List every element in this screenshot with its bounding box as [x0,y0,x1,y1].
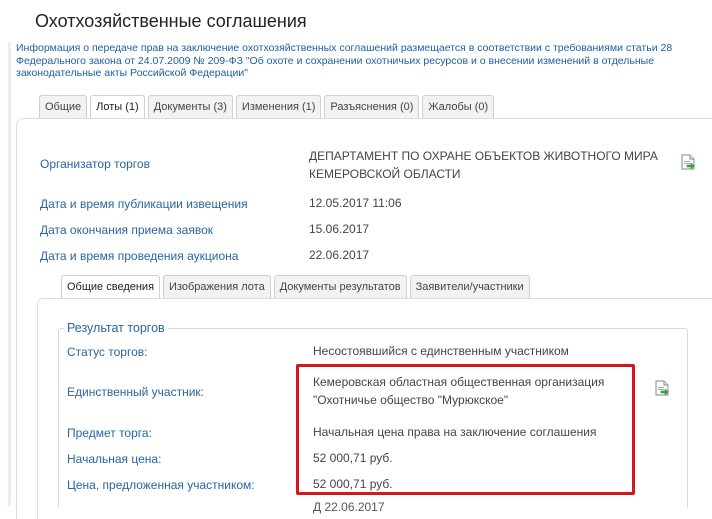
tab-lots[interactable]: Лоты (1) [90,95,145,119]
organizer-value: ДЕПАРТАМЕНТ ПО ОХРАНЕ ОБЪЕКТОВ ЖИВОТНОГО… [309,149,658,181]
status-label: Статус торгов: [67,345,148,359]
participant-label: Единственный участник: [67,385,204,399]
left-border [8,42,11,506]
status-value: Несостоявшийся с единственным участником [313,344,569,358]
page-title: Охотхозяйственные соглашения [35,11,307,31]
tab-general[interactable]: Общие [39,95,88,118]
application-end-value: 15.06.2017 [309,222,370,236]
document-export-icon[interactable] [681,154,695,170]
publication-date-value: 12.05.2017 11:06 [309,196,402,210]
partially-visible-row: Д 22.06.2017 [313,500,385,514]
application-end-label: Дата окончания приема заявок [40,223,213,237]
publication-date-label: Дата и время публикации извещения [40,197,248,211]
tab-changes[interactable]: Изменения (1) [235,95,322,118]
document-export-icon[interactable] [655,380,669,396]
info-text: Информация о передаче прав на заключение… [16,42,673,79]
initial-price-label: Начальная цена: [67,452,162,466]
offered-price-label: Цена, предложенная участником: [67,478,255,492]
subtab-lot-images[interactable]: Изображения лота [163,275,271,298]
result-legend: Результат торгов [64,321,168,335]
main-tabs: Общие Лоты (1) Документы (3) Изменения (… [39,95,497,119]
auction-date-value: 22.06.2017 [309,248,370,262]
auction-date-label: Дата и время проведения аукциона [40,249,239,263]
tab-complaints[interactable]: Жалобы (0) [422,95,495,118]
subtab-applicants[interactable]: Заявители/участники [409,275,530,298]
tab-clarifications[interactable]: Разъяснения (0) [324,95,420,118]
subtab-result-documents[interactable]: Документы результатов [273,275,407,298]
subtab-general-info[interactable]: Общие сведения [61,275,161,299]
highlight-box [296,364,635,495]
organizer-label: Организатор торгов [40,157,150,171]
tab-documents[interactable]: Документы (3) [147,95,233,118]
lot-sub-tabs: Общие сведения Изображения лота Документ… [61,275,533,299]
subject-label: Предмет торга: [67,426,152,440]
